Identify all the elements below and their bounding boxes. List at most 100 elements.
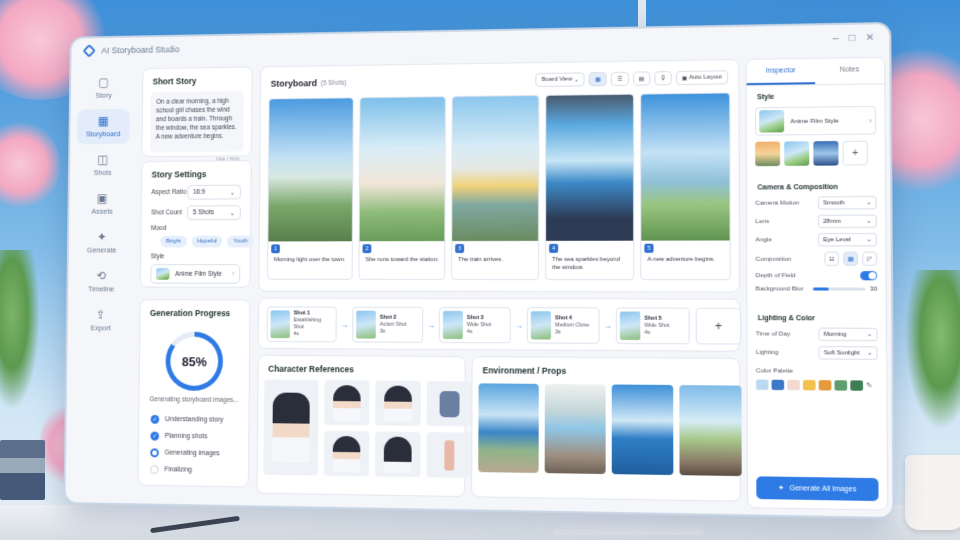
- composition-center-icon[interactable]: ⊡: [824, 251, 840, 266]
- chevron-down-icon: ⌄: [866, 218, 872, 225]
- generate-all-button[interactable]: ✦ Generate All Images: [756, 476, 879, 502]
- shot-name: Shot 5: [644, 315, 662, 322]
- add-style-button[interactable]: +: [842, 140, 868, 166]
- composition-diagonal-icon[interactable]: ◸: [862, 251, 878, 266]
- shot-thumbnail: [356, 310, 376, 339]
- dof-row: Depth of Field: [747, 271, 885, 281]
- shot-card[interactable]: Shot 1 Establishing Shot 4s: [266, 306, 337, 343]
- step-label: Understanding story: [164, 416, 224, 424]
- shot-name: Shot 3: [466, 314, 484, 321]
- character-ref[interactable]: [324, 380, 370, 426]
- add-shot-button[interactable]: +: [695, 307, 742, 345]
- aspect-select[interactable]: 16:9 ⌄: [187, 184, 241, 200]
- color-swatch[interactable]: [771, 379, 785, 391]
- environment-image[interactable]: [679, 385, 742, 477]
- style-variant[interactable]: [813, 140, 839, 166]
- frame-image: [452, 95, 539, 242]
- sidebar-item-generate[interactable]: ✦ Generate: [75, 225, 128, 260]
- storyboard-frame[interactable]: 3 The train arrives.: [451, 94, 540, 281]
- shot-duration: 4s: [466, 328, 473, 335]
- tab-notes[interactable]: Notes: [815, 58, 884, 84]
- storyboard-frame[interactable]: 4 The sea sparkles beyond the window.: [545, 93, 635, 281]
- camera-motion-select[interactable]: Smooth ⌄: [817, 195, 877, 210]
- maximize-icon[interactable]: □: [849, 32, 855, 43]
- character-grid: [263, 379, 473, 492]
- filter-icon[interactable]: ⊽: [654, 71, 672, 86]
- character-ref[interactable]: [374, 431, 421, 478]
- composition-thirds-icon[interactable]: ▦: [843, 251, 859, 266]
- sidebar-item-story[interactable]: ▢ Story: [77, 70, 130, 105]
- color-swatch[interactable]: [802, 379, 816, 391]
- shot-thumbnail: [530, 311, 552, 340]
- mood-chip[interactable]: Hopeful: [191, 235, 223, 248]
- palette-label: Color Palette: [755, 367, 794, 375]
- time-of-day-label: Time of Day: [755, 330, 791, 338]
- style-variant[interactable]: [755, 141, 781, 167]
- lighting-select[interactable]: Soft Sunlight ⌄: [818, 346, 878, 360]
- frame-number: 3: [455, 244, 465, 254]
- time-of-day-row: Time of Day Morning ⌄: [747, 327, 886, 342]
- blur-row: Background Blur 30: [747, 285, 885, 292]
- storyboard-frame[interactable]: 1 Morning light over the town.: [267, 97, 354, 280]
- color-swatch[interactable]: [787, 379, 800, 391]
- shot-duration: 4s: [644, 329, 651, 336]
- color-swatch[interactable]: [755, 379, 769, 390]
- sidebar-item-storyboard[interactable]: ▦ Storyboard: [76, 108, 130, 145]
- style-select[interactable]: Anime Film Style ›: [150, 264, 241, 284]
- shot-meta: Shot 2 Action Shot 3s: [380, 314, 407, 335]
- shot-card[interactable]: Shot 3 Wide Shot 4s: [438, 306, 511, 344]
- close-icon[interactable]: ✕: [866, 32, 875, 43]
- color-swatch[interactable]: [818, 380, 832, 391]
- shot-card[interactable]: Shot 5 Wide Shot 4s: [615, 307, 690, 345]
- shot-count-select[interactable]: 5 Shots ⌄: [187, 205, 241, 221]
- character-ref[interactable]: [375, 380, 421, 426]
- shots-row: Shot Count 5 Shots ⌄: [142, 205, 251, 221]
- environment-image[interactable]: [544, 383, 606, 475]
- table-view-icon[interactable]: ▤: [632, 71, 651, 86]
- sidebar-item-export[interactable]: ⇪ Export: [74, 303, 127, 338]
- mood-chip[interactable]: Youth: [227, 235, 254, 248]
- dof-toggle[interactable]: [860, 271, 878, 281]
- angle-row: Angle Eye Level ⌄: [747, 232, 885, 247]
- step-label: Finalizing: [164, 466, 192, 474]
- lens-select[interactable]: 28mm ⌄: [817, 214, 877, 229]
- environment-image[interactable]: [611, 384, 674, 476]
- progress-step: Generating images: [139, 444, 248, 462]
- arrow-right-icon: →: [603, 321, 612, 331]
- shot-thumbnail: [270, 310, 290, 339]
- character-ref[interactable]: [323, 430, 370, 477]
- view-select[interactable]: Board View ⌄: [535, 72, 586, 88]
- storyboard-frame[interactable]: 2 She runs toward the station.: [358, 96, 446, 280]
- sidebar-item-shots[interactable]: ◫ Shots: [76, 148, 129, 183]
- list-view-icon[interactable]: ☰: [610, 71, 629, 86]
- minimize-icon[interactable]: –: [833, 33, 839, 44]
- shot-card[interactable]: Shot 4 Medium Close 3s: [526, 307, 600, 344]
- auto-layout-button[interactable]: ▣ Auto Layout: [675, 70, 729, 86]
- color-swatch[interactable]: [850, 380, 864, 391]
- color-swatch[interactable]: [834, 380, 848, 391]
- time-of-day-select[interactable]: Morning ⌄: [818, 327, 878, 342]
- tab-inspector[interactable]: Inspector: [746, 58, 816, 86]
- environment-image[interactable]: [478, 383, 539, 473]
- shot-card[interactable]: Shot 2 Action Shot 3s: [352, 306, 424, 343]
- edit-palette-icon[interactable]: ✎: [866, 382, 872, 390]
- grid-view-icon[interactable]: ▦: [589, 72, 607, 87]
- blur-value: 30: [870, 285, 878, 293]
- character-prop-ref[interactable]: [426, 432, 473, 479]
- blur-slider[interactable]: [813, 287, 866, 291]
- storyboard-frame[interactable]: 5 A new adventure begins.: [640, 92, 731, 281]
- step-label: Planning shots: [164, 432, 208, 441]
- character-prop-ref[interactable]: [426, 380, 473, 427]
- angle-select[interactable]: Eye Level ⌄: [817, 232, 877, 247]
- mood-chip[interactable]: Bright: [160, 235, 187, 248]
- inspector-style-card[interactable]: Anime Film Style ›: [754, 105, 877, 136]
- character-portrait[interactable]: [263, 379, 319, 476]
- sidebar-item-timeline[interactable]: ⟲ Timeline: [75, 264, 128, 299]
- progress-percent: 85%: [170, 336, 219, 387]
- generation-progress-panel: Generation Progress 85% Generating story…: [137, 299, 251, 488]
- style-variant[interactable]: [784, 141, 810, 166]
- chevron-down-icon: ⌄: [229, 189, 236, 197]
- story-textarea[interactable]: On a clear morning, a high school girl c…: [149, 90, 244, 153]
- shot-name: Shot 2: [379, 314, 397, 321]
- sidebar-item-assets[interactable]: ▣ Assets: [76, 186, 129, 221]
